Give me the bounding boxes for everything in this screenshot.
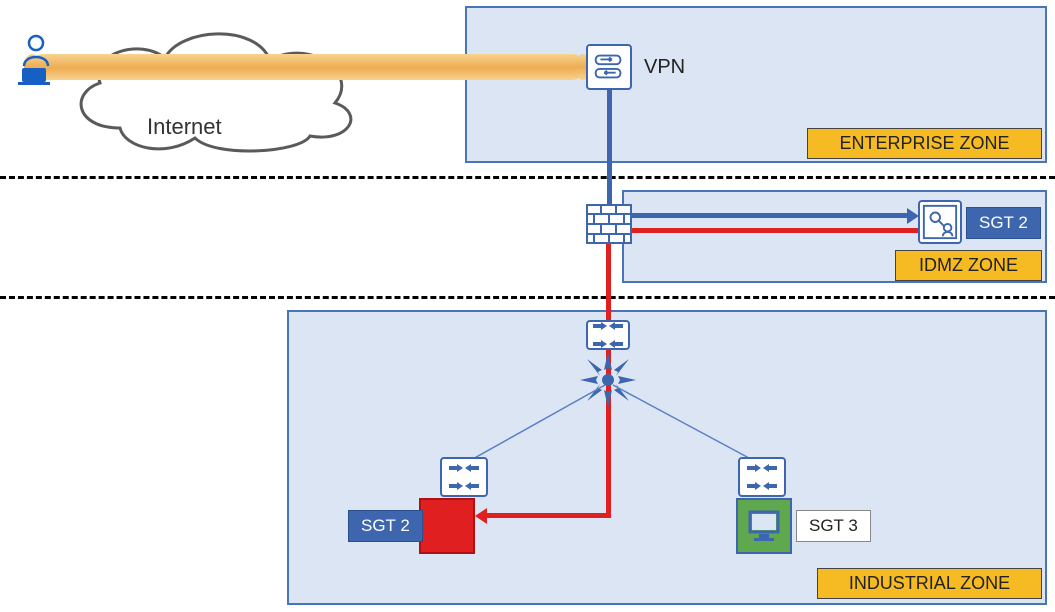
- idmz-zone-label: IDMZ ZONE: [895, 250, 1042, 281]
- sgt-right-label: SGT 3: [796, 510, 871, 542]
- asset-left-box: [419, 498, 475, 554]
- firewall-icon: [586, 204, 632, 244]
- internet-label: Internet: [147, 114, 222, 140]
- asset-right-box: [736, 498, 792, 554]
- access-switch-right-icon: [738, 457, 786, 497]
- sgt-idmz-label: SGT 2: [966, 207, 1041, 239]
- core-switch-top-icon: [586, 320, 630, 350]
- vpn-gateway-icon: [586, 44, 632, 90]
- link-vpn-firewall: [607, 90, 612, 206]
- industrial-zone-box: [287, 310, 1047, 605]
- core-switch-icon: [578, 350, 638, 410]
- vpn-label: VPN: [644, 56, 685, 79]
- zone-separator-1: [0, 176, 1055, 179]
- link-firewall-jump-blue: [632, 213, 907, 218]
- vpn-tunnel: [30, 54, 585, 80]
- link-firewall-jump-red: [632, 228, 920, 233]
- industrial-zone-label: INDUSTRIAL ZONE: [817, 568, 1042, 599]
- link-red-horizontal: [487, 513, 611, 518]
- remote-user-icon: [14, 34, 58, 86]
- zone-separator-2: [0, 296, 1055, 299]
- jump-server-icon: [918, 200, 962, 244]
- enterprise-zone-label: ENTERPRISE ZONE: [807, 128, 1042, 159]
- sgt-left-label: SGT 2: [348, 510, 423, 542]
- access-switch-left-icon: [440, 457, 488, 497]
- arrowhead-red-icon: [475, 508, 487, 524]
